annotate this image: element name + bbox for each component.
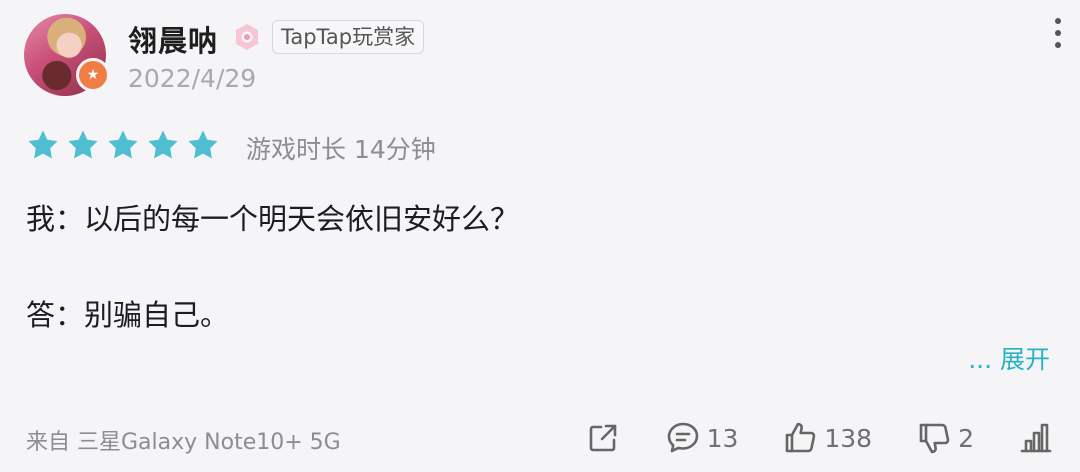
review-date: 2022/4/29 [128, 64, 257, 93]
share-icon [589, 424, 616, 452]
comment-count: 13 [706, 423, 739, 453]
review-card: ★ 翎晨呐 TapTap玩赏家 2022/4/29 游戏时长 14分钟 我：以后… [0, 0, 1080, 472]
review-text-line: 答：别骗自己。 [26, 298, 230, 332]
hexagon-badge-icon [236, 24, 258, 50]
dislike-count: 2 [958, 423, 974, 453]
thumbs-down-icon [919, 423, 950, 454]
star-icon [28, 130, 58, 159]
playtime: 游戏时长 14分钟 [246, 135, 436, 164]
review-text-line: 我：以后的每一个明天会依旧安好么？ [26, 202, 520, 236]
user-tag: TapTap玩赏家 [272, 20, 425, 54]
star-icon [108, 130, 138, 159]
stats-button[interactable] [1018, 420, 1054, 456]
star-badge-icon: ★ [76, 58, 110, 92]
thumbs-up-icon [786, 422, 816, 453]
more-options-icon[interactable] [1052, 18, 1064, 48]
like-count: 138 [824, 423, 873, 453]
avatar[interactable]: ★ [24, 14, 110, 96]
action-bar: 13 138 2 [541, 416, 1054, 460]
like-button[interactable]: 138 [782, 420, 872, 456]
star-icon [148, 130, 178, 159]
device-info: 来自 三星Galaxy Note10+ 5G [26, 430, 341, 455]
share-button[interactable] [585, 420, 621, 456]
bar-chart-icon [1020, 423, 1052, 453]
rating-stars [26, 128, 220, 162]
expand-link[interactable]: ... 展开 [968, 340, 1050, 376]
star-icon [68, 130, 98, 159]
star-icon [188, 130, 218, 159]
comment-icon [667, 422, 698, 453]
dislike-button[interactable]: 2 [916, 420, 974, 456]
username[interactable]: 翎晨呐 [128, 18, 218, 60]
comment-button[interactable]: 13 [665, 420, 739, 456]
